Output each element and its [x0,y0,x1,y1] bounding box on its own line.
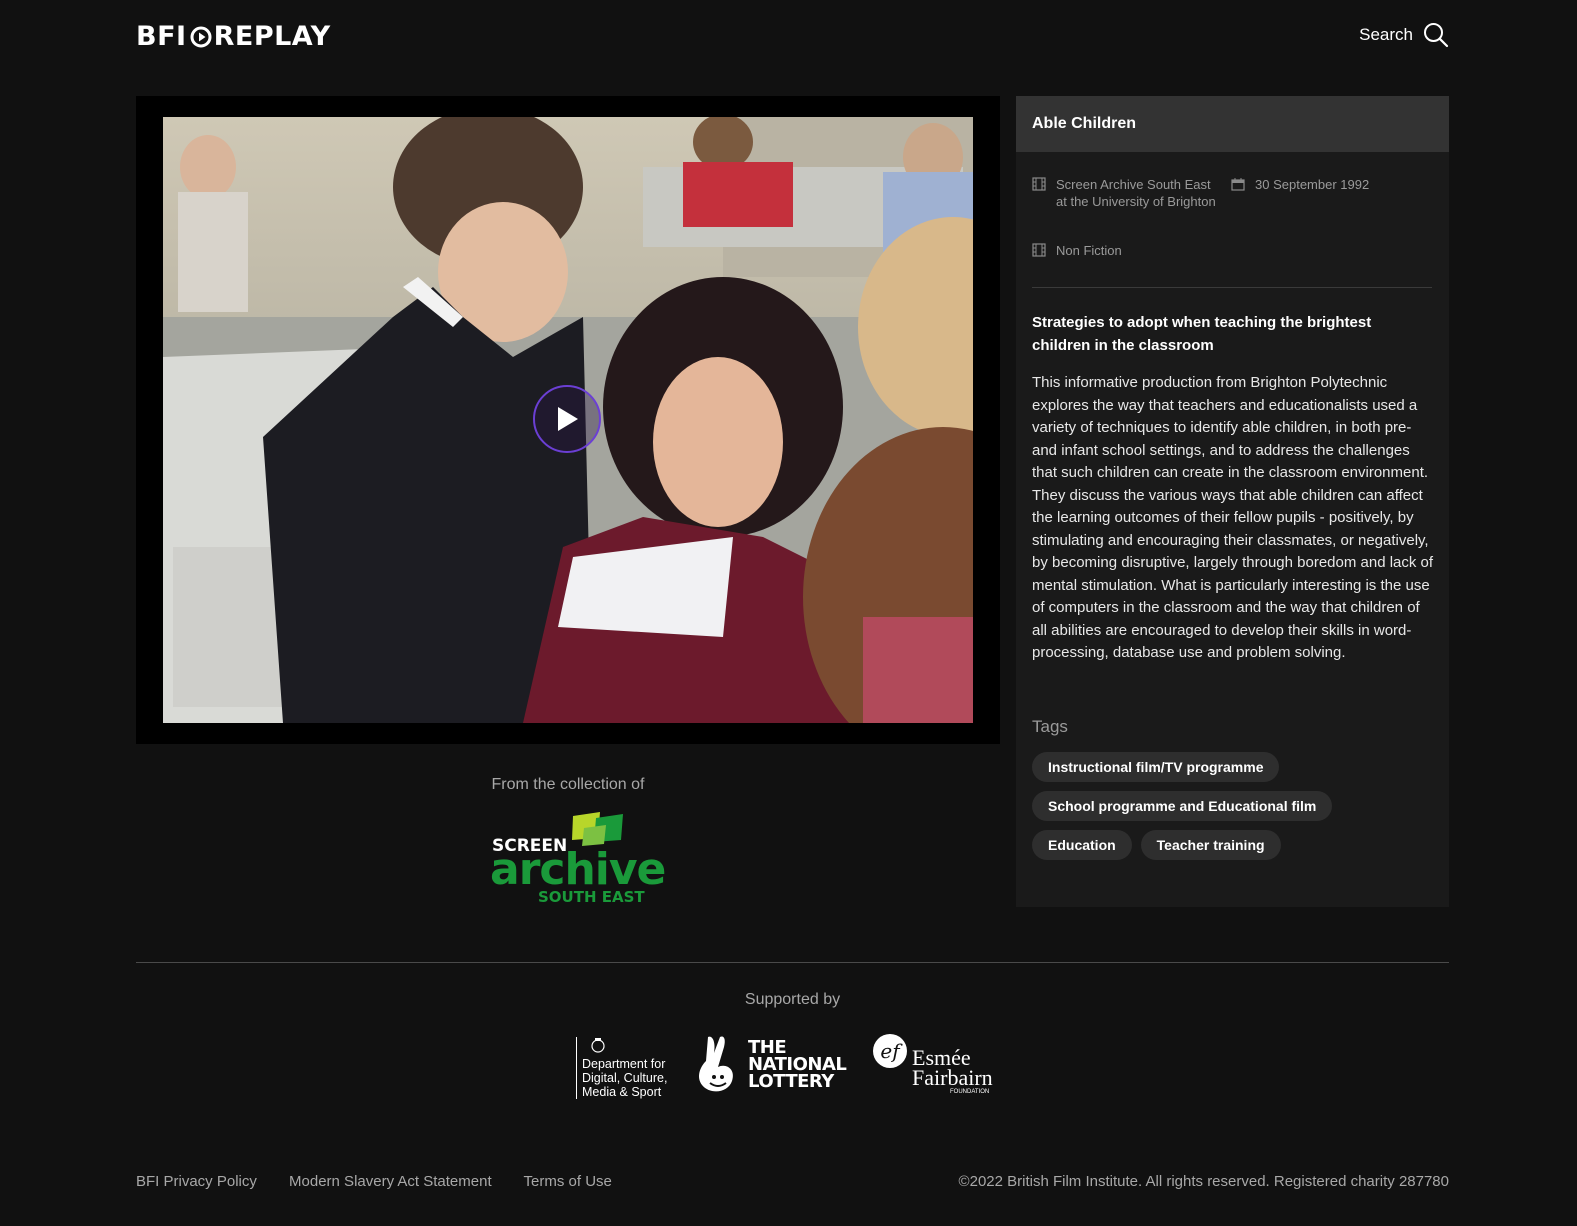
sponsor-logos: Department for Digital, Culture, Media &… [576,1033,1006,1103]
tag-school-programme[interactable]: School programme and Educational film [1032,791,1333,821]
search-label: Search [1359,25,1413,44]
bfi-replay-logo[interactable]: BFI REPLAY [136,22,331,52]
meta-date-text: 30 September 1992 [1255,177,1370,192]
national-lottery-logo[interactable]: THE NATIONAL LOTTERY [696,1033,847,1097]
logo-play-icon [190,26,212,48]
dcms-logo[interactable]: Department for Digital, Culture, Media &… [576,1037,678,1099]
collection-label: From the collection of [491,776,645,793]
esmee-fairbairn-logo[interactable]: ef Esmée Fairbairn FOUNDATION [872,1033,1002,1099]
supported-by-label: Supported by [744,991,841,1008]
video-frame[interactable] [163,117,973,723]
logo-replay-text: REPLAY [213,21,331,52]
calendar-icon [1231,178,1245,191]
tag-education[interactable]: Education [1032,830,1132,860]
dcms-text: Department for Digital, Culture, Media &… [582,1057,668,1099]
lottery-line-3: LOTTERY [748,1071,834,1092]
copyright-text: ©2022 British Film Institute. All rights… [958,1173,1449,1190]
footer-link-privacy[interactable]: BFI Privacy Policy [136,1173,257,1190]
logo-bfi-text: BFI [136,21,187,52]
film-subtitle: Strategies to adopt when teaching the br… [1032,314,1372,354]
film-strip-icon [1032,243,1046,257]
footer-link-modern-slavery[interactable]: Modern Slavery Act Statement [289,1173,492,1190]
film-title: Able Children [1016,96,1449,152]
meta-source-text: Screen Archive South East at the Univers… [1056,177,1216,209]
screen-archive-south-east-logo[interactable]: SCREEN archive SOUTH EAST [488,808,666,908]
tags-heading: Tags [1032,717,1068,736]
film-description: This informative production from Brighto… [1032,374,1434,661]
crossed-fingers-icon [699,1036,733,1092]
page-footer: BFI Privacy Policy Modern Slavery Act St… [136,1173,1449,1190]
search-icon [1424,23,1449,48]
esmee-line-3: FOUNDATION [950,1089,990,1095]
tag-list: Instructional film/TV programme School p… [1032,752,1442,869]
collection-section: From the collection of SCREEN archive SO… [136,776,1000,913]
sase-south-east-text: SOUTH EAST [538,888,645,906]
tag-instructional-film[interactable]: Instructional film/TV programme [1032,752,1280,782]
footer-link-terms[interactable]: Terms of Use [524,1173,612,1190]
meta-genre: Non Fiction [1032,242,1232,259]
search-button[interactable]: Search [1359,22,1449,48]
play-icon [558,407,578,431]
footer-divider [136,962,1449,963]
meta-source: Screen Archive South East at the Univers… [1032,176,1217,210]
esmee-line-2: Fairbairn [912,1065,993,1090]
film-strip-icon [1032,177,1046,191]
ef-monogram-icon: ef [873,1034,907,1068]
play-button[interactable] [533,385,601,453]
royal-crest-icon [591,1038,605,1053]
meta-date: 30 September 1992 [1231,176,1431,193]
tag-teacher-training[interactable]: Teacher training [1140,830,1281,860]
film-info-panel: Able Children Screen Archive South East … [1016,96,1449,907]
panel-divider [1032,287,1432,288]
video-player[interactable] [136,96,1000,744]
meta-genre-text: Non Fiction [1056,243,1122,258]
site-header: BFI REPLAY Search [136,22,1449,52]
